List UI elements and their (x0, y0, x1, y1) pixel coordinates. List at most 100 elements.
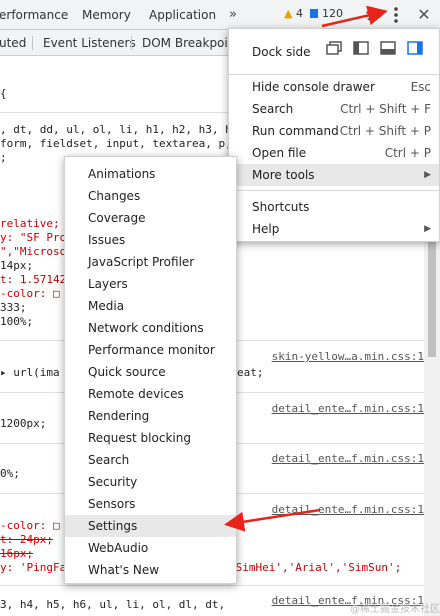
tab-performance[interactable]: erformance (0, 0, 68, 30)
code-line: 0%; (0, 467, 20, 480)
more-tools-submenu: Animations Changes Coverage Issues JavaS… (64, 156, 237, 584)
source-link[interactable]: detail_ente…f.min.css:1 (272, 402, 424, 415)
menu-divider (229, 74, 439, 75)
submenu-item-label: Media (88, 299, 125, 313)
menu-item-label: Open file (252, 146, 307, 160)
submenu-item-layers[interactable]: Layers (65, 273, 236, 295)
submenu-item-rendering[interactable]: Rendering (65, 405, 236, 427)
code-line: y: "SF Pro (0, 231, 67, 244)
menu-divider (229, 190, 439, 191)
submenu-item-issues[interactable]: Issues (65, 229, 236, 251)
submenu-item-label: Sensors (88, 497, 136, 511)
submenu-item-label: Security (88, 475, 138, 489)
submenu-item-media[interactable]: Media (65, 295, 236, 317)
submenu-item-sensors[interactable]: Sensors (65, 493, 236, 515)
menu-item-help[interactable]: Help ▶ (229, 218, 439, 240)
submenu-item-label: Settings (88, 519, 138, 533)
menu-item-label: More tools (252, 168, 315, 182)
warning-count: 4 (295, 7, 303, 20)
code-line: , dt, dd, ul, ol, li, h1, h2, h3, h (0, 123, 232, 136)
subtab-divider (32, 36, 33, 50)
code-line: ; (0, 151, 7, 164)
code-line: 100%; (0, 315, 34, 328)
code-line: 3, h4, h5, h6, ul, li, ol, dl, dt, (0, 598, 226, 611)
submenu-item-label: What's New (88, 563, 160, 577)
code-line: 1200px; (0, 417, 47, 430)
code-line: -color: □ (0, 519, 60, 532)
submenu-item-label: Animations (88, 167, 156, 181)
code-line: 333; (0, 301, 27, 314)
menu-item-search[interactable]: Search Ctrl + Shift + F (229, 98, 439, 120)
issue-flag-icon (310, 9, 319, 18)
submenu-item-label: Quick source (88, 365, 166, 379)
menu-item-hide-console-drawer[interactable]: Hide console drawer Esc (229, 76, 439, 98)
submenu-item-label: Remote devices (88, 387, 184, 401)
submenu-item-remote-devices[interactable]: Remote devices (65, 383, 236, 405)
tab-application[interactable]: Application (149, 0, 216, 30)
subtab-event-listeners[interactable]: Event Listeners (43, 30, 136, 56)
menu-item-label: Run command (252, 124, 339, 138)
warning-icon: ▲ (284, 7, 293, 20)
subtab-computed[interactable]: uted (0, 30, 26, 56)
submenu-item-whats-new[interactable]: What's New (65, 559, 236, 581)
submenu-item-label: Network conditions (88, 321, 204, 335)
code-line: 14px; (0, 259, 34, 272)
issue-count: 120 (321, 7, 343, 20)
submenu-item-label: Changes (88, 189, 141, 203)
code-line: y: 'PingFa (0, 561, 67, 574)
source-link[interactable]: detail_ente…f.min.css:1 (272, 452, 424, 465)
issues-badge[interactable]: ▲ 4 120 (284, 7, 343, 20)
submenu-item-label: JavaScript Profiler (88, 255, 195, 269)
submenu-item-search[interactable]: Search (65, 449, 236, 471)
code-line: -color: □ (0, 287, 60, 300)
customize-devtools-menu-icon[interactable] (388, 5, 404, 25)
submenu-item-label: Request blocking (88, 431, 191, 445)
menu-item-shortcut: Esc (410, 80, 431, 94)
code-line: eat; (237, 366, 264, 379)
source-link[interactable]: skin-yellow…a.min.css:1 (272, 350, 424, 363)
devtools-tab-bar: erformance Memory Application » ▲ 4 120 … (0, 0, 440, 30)
menu-item-open-file[interactable]: Open file Ctrl + P (229, 142, 439, 164)
submenu-item-request-blocking[interactable]: Request blocking (65, 427, 236, 449)
settings-gear-icon[interactable] (364, 7, 380, 23)
subtab-dom-breakpoints[interactable]: DOM Breakpoin (142, 30, 235, 56)
watermark: @稀土掘金技术社区 (350, 604, 440, 615)
submenu-item-webaudio[interactable]: WebAudio (65, 537, 236, 559)
code-line: t: 24px; (0, 533, 53, 546)
menu-item-label: Help (252, 222, 280, 236)
submenu-arrow-icon: ▶ (424, 224, 431, 234)
submenu-item-quick-source[interactable]: Quick source (65, 361, 236, 383)
menu-item-shortcut: Ctrl + P (384, 146, 431, 160)
customize-menu: Dock side Hide console drawer Esc Search… (228, 28, 440, 242)
submenu-item-label: Layers (88, 277, 128, 291)
submenu-item-animations[interactable]: Animations (65, 163, 236, 185)
dock-side-label: Dock side (252, 45, 311, 59)
rule-divider (0, 585, 424, 586)
menu-item-shortcut: Ctrl + Shift + F (340, 102, 431, 116)
submenu-item-security[interactable]: Security (65, 471, 236, 493)
menu-item-run-command[interactable]: Run command Ctrl + Shift + P (229, 120, 439, 142)
undock-icon[interactable] (326, 41, 342, 55)
submenu-item-label: WebAudio (88, 541, 149, 555)
tab-memory[interactable]: Memory (82, 0, 131, 30)
submenu-item-changes[interactable]: Changes (65, 185, 236, 207)
submenu-item-performance-monitor[interactable]: Performance monitor (65, 339, 236, 361)
submenu-item-coverage[interactable]: Coverage (65, 207, 236, 229)
submenu-item-label: Rendering (88, 409, 150, 423)
dock-right-icon[interactable] (407, 41, 423, 55)
code-line: { (0, 87, 7, 100)
menu-item-more-tools[interactable]: More tools ▶ (229, 164, 439, 186)
dock-left-icon[interactable] (353, 41, 369, 55)
code-line: relative; (0, 217, 60, 230)
close-devtools-icon[interactable]: ✕ (416, 5, 432, 25)
submenu-item-javascript-profiler[interactable]: JavaScript Profiler (65, 251, 236, 273)
source-link[interactable]: detail_ente…f.min.css:1 (272, 503, 424, 516)
submenu-item-label: Issues (88, 233, 126, 247)
dock-bottom-icon[interactable] (380, 41, 396, 55)
submenu-item-network-conditions[interactable]: Network conditions (65, 317, 236, 339)
more-tabs-button[interactable]: » (229, 0, 237, 30)
submenu-item-settings[interactable]: Settings (65, 515, 236, 537)
code-line: 16px; (0, 547, 34, 560)
submenu-item-label: Performance monitor (88, 343, 215, 357)
menu-item-shortcuts[interactable]: Shortcuts (229, 196, 439, 218)
